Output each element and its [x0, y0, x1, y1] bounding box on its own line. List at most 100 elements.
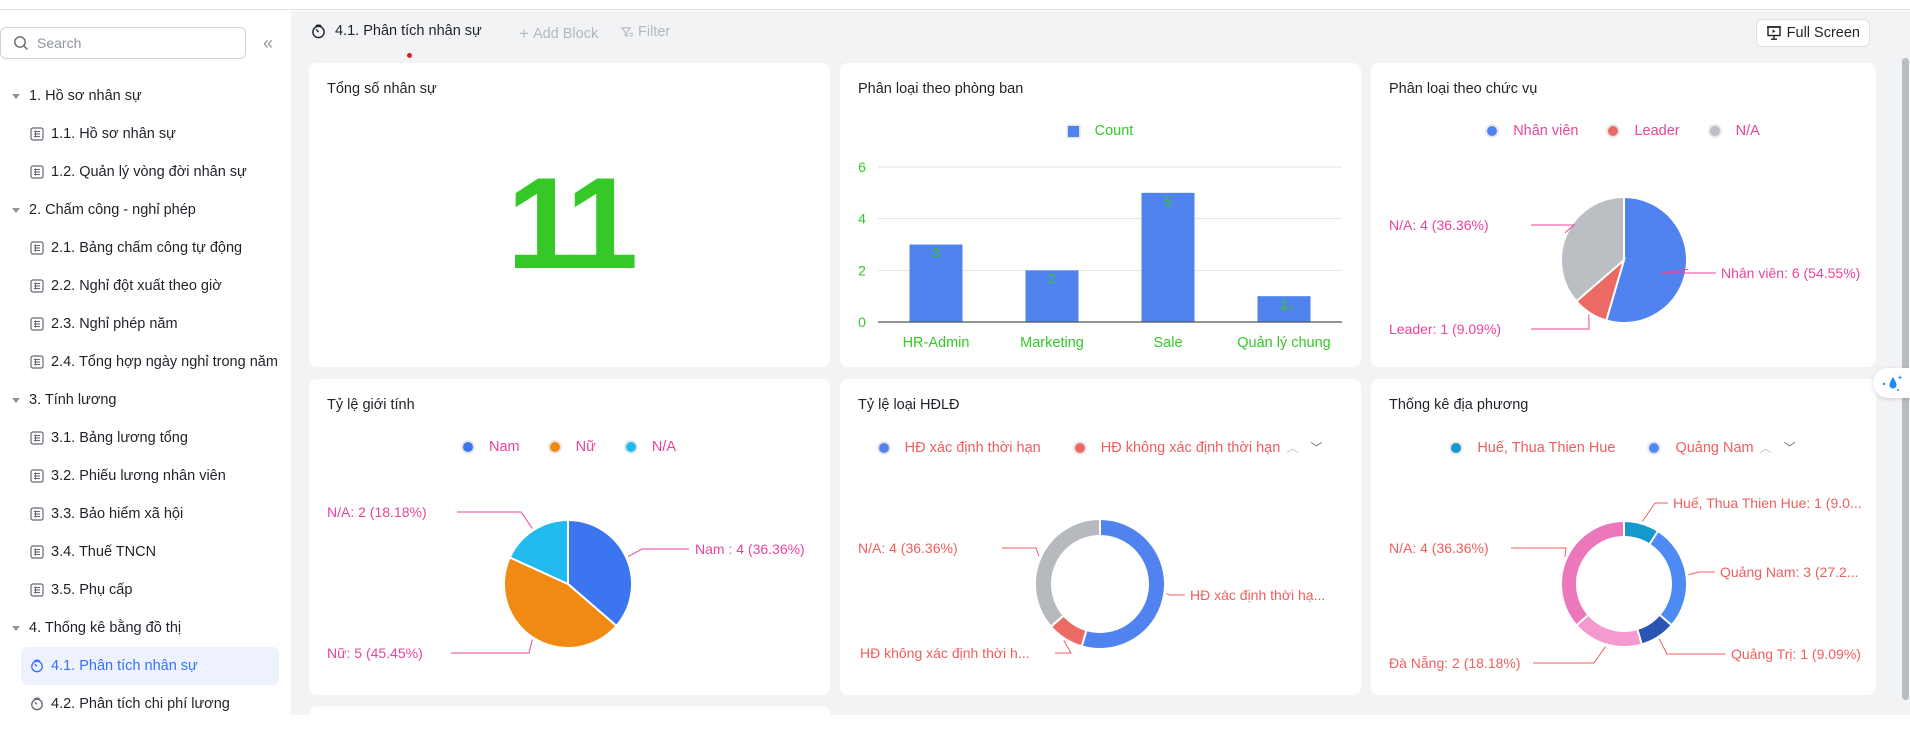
slice-label: N/A: 4 (36.36%)	[858, 540, 958, 556]
window-top-border	[0, 0, 1910, 10]
donut-chart: Huế, Thua Thien Hue: 1 (9.0... Quảng Nam:…	[1389, 495, 1862, 671]
table-icon	[30, 127, 44, 141]
sidebar-item-table[interactable]: 1.1. Hồ sơ nhân sự	[0, 115, 291, 153]
card-position-chart[interactable]: Phân loại theo chức vụ Nhân viên Leader N/…	[1371, 63, 1876, 367]
navigation-tree: 1. Hồ sơ nhân sự 1.1. Hồ sơ nhân sự 1.2. Q…	[0, 77, 291, 723]
bar[interactable]	[1141, 192, 1195, 322]
sidebar-group[interactable]: 2. Chấm công - nghỉ phép	[0, 191, 291, 229]
total-employees-value: 11	[506, 150, 638, 296]
card-region-chart[interactable]: Thống kê địa phương Huế, Thua Thien Hue Q…	[1371, 379, 1876, 695]
pie-slice[interactable]	[1648, 529, 1688, 627]
sidebar-item-table[interactable]: 3.2. Phiếu lương nhân viên	[0, 457, 291, 495]
sidebar-item-label: 3.2. Phiếu lương nhân viên	[51, 468, 226, 484]
x-tick-label: Sale	[1153, 335, 1182, 351]
dashboard-title[interactable]: 4.1. Phân tích nhân sự	[311, 23, 482, 39]
sidebar-group[interactable]: 1. Hồ sơ nhân sự	[0, 77, 291, 115]
x-tick-label: Marketing	[1020, 335, 1084, 351]
sidebar-group[interactable]: 3. Tính lương	[0, 381, 291, 419]
sidebar-item-table[interactable]: 3.5. Phụ cấp	[0, 571, 291, 609]
table-icon	[30, 469, 44, 483]
presentation-icon	[1766, 26, 1781, 40]
caret-down-icon[interactable]	[12, 207, 20, 213]
filter-button[interactable]: Filter	[621, 24, 670, 40]
sidebar-item-table[interactable]: 3.3. Bảo hiểm xã hội	[0, 495, 291, 533]
sidebar-item-dashboard[interactable]: 4.1. Phân tích nhân sự	[21, 647, 279, 685]
bar-chart: 0 2 4 6 3 HR-Admin 2 Marketing 5 Sale 1 Quản lý chu…	[858, 159, 1342, 351]
y-tick-label: 4	[858, 211, 866, 227]
table-icon	[30, 279, 44, 293]
label-leader-line	[1688, 571, 1715, 576]
x-tick-label: Quản lý chung	[1237, 335, 1331, 351]
sidebar-item-label: 3.5. Phụ cấp	[51, 582, 133, 598]
pie-slice[interactable]	[1034, 517, 1101, 628]
bar-value-label: 1	[1280, 296, 1288, 312]
sidebar-item-table[interactable]: 1.2. Quản lý vòng đời nhân sự	[0, 153, 291, 191]
sidebar-item-label: 1.1. Hồ sơ nhân sự	[51, 126, 176, 142]
slice-label: N/A: 4 (36.36%)	[1389, 217, 1489, 233]
sidebar: « 1. Hồ sơ nhân sự 1.1. Hồ sơ nhân sự 1.2.…	[0, 11, 291, 715]
card-gender-chart[interactable]: Tỷ lệ giới tính Nam Nữ N/A Nam : 4 (36.36%…	[309, 379, 830, 695]
donut-chart: HĐ xác định thời hạ... HĐ không xác định …	[858, 517, 1325, 661]
card-title: Tổng số nhân sự	[327, 81, 437, 97]
card-department-chart[interactable]: Phân loại theo phòng ban Count 0 2 4 6 3 HR-A…	[840, 63, 1361, 367]
sidebar-item-label: 4.1. Phân tích nhân sự	[51, 658, 198, 674]
double-chevron-left-icon[interactable]: «	[258, 33, 278, 53]
bar-value-label: 2	[1048, 270, 1056, 286]
caret-down-icon[interactable]	[12, 93, 20, 99]
table-icon	[30, 355, 44, 369]
dashboard-icon	[30, 697, 44, 711]
search-box[interactable]	[0, 27, 246, 59]
sidebar-item-label: 2.2. Nghỉ đột xuất theo giờ	[51, 278, 222, 294]
card-total-employees[interactable]: Tổng số nhân sự 11	[309, 63, 830, 367]
sidebar-item-table[interactable]: 2.2. Nghỉ đột xuất theo giờ	[0, 267, 291, 305]
caret-down-icon[interactable]	[12, 397, 20, 403]
sidebar-item-label: 3.1. Bảng lương tổng	[51, 430, 188, 446]
sidebar-item-table[interactable]: 2.3. Nghỉ phép năm	[0, 305, 291, 343]
table-icon	[30, 431, 44, 445]
unsaved-indicator-dot	[407, 53, 412, 58]
x-tick-label: HR-Admin	[903, 335, 970, 351]
sidebar-item-table[interactable]: 2.4. Tổng hợp ngày nghỉ trong năm	[0, 343, 291, 381]
y-tick-label: 2	[858, 262, 866, 278]
pie-slice[interactable]	[1560, 519, 1625, 627]
pie-chart: Nam : 4 (36.36%) Nữ: 5 (45.45%) N/A: 2 (18…	[327, 504, 805, 661]
sidebar-item-label: 3.3. Bảo hiểm xã hội	[51, 506, 184, 522]
sidebar-item-label: 3. Tính lương	[29, 392, 117, 408]
full-screen-label: Full Screen	[1786, 25, 1860, 41]
pie-slice[interactable]	[1080, 517, 1166, 650]
search-icon	[14, 36, 28, 50]
caret-down-icon[interactable]	[12, 625, 20, 631]
sidebar-item-table[interactable]: 3.4. Thuế TNCN	[0, 533, 291, 571]
sidebar-item-dashboard[interactable]: 4.2. Phân tích chi phí lương	[0, 685, 291, 723]
label-leader-line	[1641, 502, 1668, 522]
slice-label: Quảng Nam: 3 (27.2...	[1720, 564, 1859, 580]
sparkle-drop-icon	[1882, 375, 1903, 391]
assistant-floating-button[interactable]	[1873, 368, 1910, 398]
card-contract-chart[interactable]: Tỷ lệ loại HĐLĐ HĐ xác định thời hạn HĐ k…	[840, 379, 1361, 695]
dashboard-area: 4.1. Phân tích nhân sự + Add Block Filte…	[291, 11, 1910, 746]
slice-label: Huế, Thua Thien Hue: 1 (9.0...	[1673, 495, 1862, 511]
sidebar-item-label: 1.2. Quản lý vòng đời nhân sự	[51, 164, 247, 180]
toolbar: 4.1. Phân tích nhân sự + Add Block Filte…	[291, 11, 1910, 58]
slice-label: N/A: 4 (36.36%)	[1389, 540, 1489, 556]
dashboard-icon	[312, 24, 325, 38]
slice-label: Nhân viên: 6 (54.55%)	[1721, 265, 1860, 281]
pie-slice[interactable]	[1574, 613, 1643, 648]
search-input[interactable]	[37, 35, 227, 51]
label-leader-line	[451, 639, 533, 654]
bar-value-label: 5	[1164, 193, 1172, 209]
add-block-label: Add Block	[532, 26, 599, 42]
label-leader-line	[1511, 547, 1567, 558]
card-next-partial[interactable]	[309, 706, 830, 746]
y-tick-label: 6	[858, 159, 866, 175]
slice-label: Nam : 4 (36.36%)	[695, 541, 805, 557]
slice-label: HĐ không xác định thời h...	[860, 645, 1030, 661]
sidebar-item-label: 3.4. Thuế TNCN	[51, 544, 157, 560]
full-screen-button[interactable]: Full Screen	[1755, 19, 1870, 47]
table-icon	[30, 317, 44, 331]
sidebar-group[interactable]: 4. Thống kê bằng đồ thị	[0, 609, 291, 647]
sidebar-item-table[interactable]: 3.1. Bảng lương tổng	[0, 419, 291, 457]
dashboard-icon	[30, 659, 44, 673]
sidebar-item-table[interactable]: 2.1. Bảng chấm công tự động	[0, 229, 291, 267]
add-block-button[interactable]: + Add Block	[519, 24, 598, 44]
